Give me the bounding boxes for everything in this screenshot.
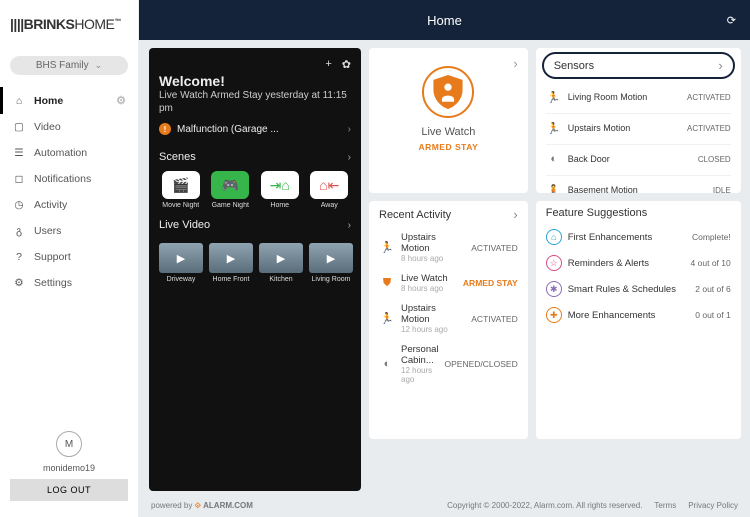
alarm-logo: ⟐	[195, 501, 204, 510]
chevron-right-icon: ›	[718, 58, 722, 73]
welcome-subtitle: Live Watch Armed Stay yesterday at 11:15…	[159, 89, 351, 115]
refresh-icon[interactable]: ⟳	[727, 14, 736, 27]
chevron-right-icon: ›	[348, 220, 351, 231]
system-name: Live Watch	[421, 126, 475, 138]
video-home-front[interactable]: ▶Home Front	[209, 243, 253, 283]
activity-row[interactable]: 🏃Upstairs Motion12 hours agoACTIVATED	[379, 299, 518, 338]
chevron-right-icon: ›	[348, 152, 351, 163]
help-icon: ?	[12, 251, 26, 263]
equalizer-icon: ☰	[12, 147, 26, 159]
away-scene-icon: ⌂⇤	[310, 171, 348, 199]
nav-video[interactable]: ▢Video	[0, 114, 138, 140]
feature-row[interactable]: ☆Reminders & Alerts4 out of 10	[546, 251, 731, 275]
running-icon: 🏃	[379, 240, 395, 256]
play-icon: ▶	[259, 243, 303, 273]
nav-activity[interactable]: ◷Activity	[0, 192, 138, 218]
system-status: ARMED STAY	[418, 142, 478, 152]
sensor-row[interactable]: ◐Back DoorCLOSED	[546, 144, 731, 173]
features-header[interactable]: Feature Suggestions	[536, 201, 741, 225]
nav-automation[interactable]: ☰Automation	[0, 140, 138, 166]
account-selector[interactable]: BHS Family⌄	[10, 56, 128, 75]
terms-link[interactable]: Terms	[654, 501, 676, 511]
feature-row[interactable]: ⌂First EnhancementsComplete!	[546, 225, 731, 249]
bell-icon: ☆	[546, 255, 562, 271]
add-icon[interactable]: +	[325, 58, 331, 71]
page-title: Home	[427, 13, 462, 28]
door-icon: ◐	[546, 151, 562, 167]
chevron-right-icon: ›	[513, 56, 517, 71]
sensor-row[interactable]: 🏃Living Room MotionACTIVATED	[546, 83, 731, 111]
running-icon: 🏃	[546, 89, 562, 105]
game-icon: 🎮	[211, 171, 249, 199]
nav-notifications[interactable]: ◻Notifications	[0, 166, 138, 192]
feature-row[interactable]: ✚More Enhancements0 out of 1	[546, 303, 731, 327]
warning-icon: !	[159, 123, 171, 135]
door-icon: ◐	[379, 356, 395, 372]
running-icon: 🏃	[379, 311, 395, 327]
sensors-header[interactable]: Sensors›	[542, 52, 735, 79]
feature-row[interactable]: ✱Smart Rules & Schedules2 out of 6	[546, 277, 731, 301]
sensor-row[interactable]: 🧍Basement MotionIDLE	[546, 175, 731, 193]
more-icon: ✚	[546, 307, 562, 323]
scene-away[interactable]: ⌂⇤Away	[308, 171, 352, 209]
live-video-header[interactable]: Live Video›	[159, 219, 351, 231]
shield-icon	[422, 66, 474, 118]
person-icon: 🧍	[546, 182, 562, 193]
welcome-title: Welcome!	[159, 73, 351, 89]
settings-icon: ⚙	[12, 277, 26, 289]
scene-movie-night[interactable]: 🎬Movie Night	[159, 171, 203, 209]
brand-logo: ||||BRINKSHOME™	[0, 8, 138, 36]
nav-home[interactable]: ⌂Home⚙	[0, 87, 138, 114]
sensors-card: Sensors› 🏃Living Room MotionACTIVATED 🏃U…	[536, 48, 741, 193]
notification-icon: ◻	[12, 173, 26, 185]
film-icon: 🎬	[162, 171, 200, 199]
sensor-row[interactable]: 🏃Upstairs MotionACTIVATED	[546, 113, 731, 142]
recent-activity-header[interactable]: Recent Activity›	[369, 201, 528, 228]
home-icon: ⌂	[12, 95, 26, 107]
scenes-header[interactable]: Scenes›	[159, 151, 351, 163]
activity-row[interactable]: ◐Personal Cabin...12 hours agoOPENED/CLO…	[379, 340, 518, 388]
video-kitchen[interactable]: ▶Kitchen	[259, 243, 303, 283]
topbar: Home ⟳	[139, 0, 750, 40]
username-label: monidemo19	[43, 463, 95, 473]
gear-icon[interactable]: ✿	[342, 58, 351, 71]
logout-button[interactable]: LOG OUT	[10, 479, 128, 501]
home-scene-icon: ⇥⌂	[261, 171, 299, 199]
copyright: Copyright © 2000-2022, Alarm.com. All ri…	[447, 501, 642, 511]
shield-icon: ⛊	[379, 275, 395, 291]
nav-support[interactable]: ?Support	[0, 244, 138, 270]
feature-suggestions-card: Feature Suggestions ⌂First EnhancementsC…	[536, 201, 741, 439]
nav-settings[interactable]: ⚙Settings	[0, 270, 138, 296]
running-icon: 🏃	[546, 120, 562, 136]
users-icon: გ	[12, 225, 26, 237]
play-icon: ▶	[159, 243, 203, 273]
avatar[interactable]: M	[56, 431, 82, 457]
camera-icon: ▢	[12, 121, 26, 133]
welcome-card: + ✿ Welcome! Live Watch Armed Stay yeste…	[149, 48, 361, 491]
video-driveway[interactable]: ▶Driveway	[159, 243, 203, 283]
play-icon: ▶	[209, 243, 253, 273]
activity-row[interactable]: 🏃Upstairs Motion8 hours agoACTIVATED	[379, 228, 518, 267]
malfunction-row[interactable]: ! Malfunction (Garage ... ›	[159, 123, 351, 135]
sidebar: ||||BRINKSHOME™ BHS Family⌄ ⌂Home⚙ ▢Vide…	[0, 0, 139, 517]
play-icon: ▶	[309, 243, 353, 273]
chevron-right-icon: ›	[348, 124, 351, 135]
nav-list: ⌂Home⚙ ▢Video ☰Automation ◻Notifications…	[0, 87, 138, 296]
video-living-room[interactable]: ▶Living Room	[309, 243, 353, 283]
clock-icon: ◷	[12, 199, 26, 211]
chevron-down-icon: ⌄	[95, 60, 103, 71]
home-icon: ⌂	[546, 229, 562, 245]
privacy-link[interactable]: Privacy Policy	[688, 501, 738, 511]
footer: powered by ⟐ ALARM.COM Copyright © 2000-…	[139, 491, 750, 517]
scene-game-night[interactable]: 🎮Game Night	[209, 171, 253, 209]
system-status-card[interactable]: › Live Watch ARMED STAY	[369, 48, 528, 193]
activity-row[interactable]: ⛊Live Watch8 hours agoARMED STAY	[379, 269, 518, 297]
gear-icon[interactable]: ⚙	[116, 94, 126, 107]
rules-icon: ✱	[546, 281, 562, 297]
scene-home[interactable]: ⇥⌂Home	[258, 171, 302, 209]
recent-activity-card: Recent Activity› 🏃Upstairs Motion8 hours…	[369, 201, 528, 439]
chevron-right-icon: ›	[513, 207, 517, 222]
nav-users[interactable]: გUsers	[0, 218, 138, 244]
